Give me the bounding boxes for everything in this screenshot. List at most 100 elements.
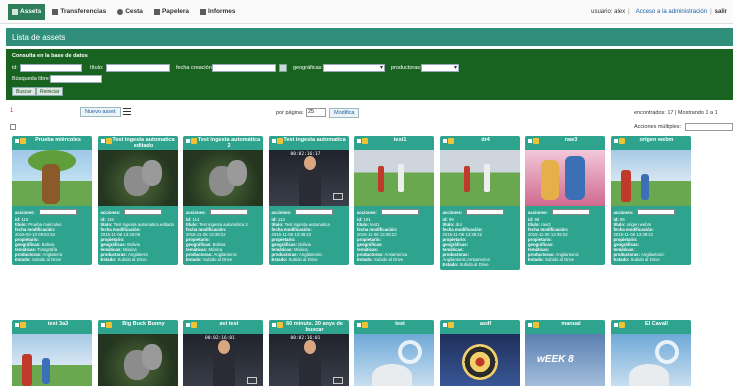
card-title[interactable]: manual xyxy=(561,321,580,327)
nav-item-informes[interactable]: Informes xyxy=(196,4,239,20)
asset-thumbnail[interactable]: 00:02:16:01 xyxy=(183,334,263,386)
card-checkbox[interactable] xyxy=(100,323,105,327)
acciones-select[interactable] xyxy=(637,209,676,215)
folder-icon[interactable] xyxy=(618,322,625,328)
asset-thumbnail[interactable] xyxy=(610,334,691,386)
card-checkbox[interactable] xyxy=(186,323,190,327)
asset-card[interactable]: Prueba miércoles acciones: id: 116 título: … xyxy=(12,136,92,265)
productoras-select[interactable] xyxy=(421,64,459,72)
asset-thumbnail[interactable] xyxy=(12,334,92,386)
card-checkbox[interactable] xyxy=(528,139,532,143)
card-title[interactable]: Prueba miércoles xyxy=(35,137,81,143)
card-title[interactable]: Test ingesta automática 2 xyxy=(198,137,260,149)
card-title[interactable]: test xyxy=(395,321,405,327)
card-title[interactable]: origen webm xyxy=(640,137,674,143)
select-all-checkbox[interactable] xyxy=(10,124,16,130)
asset-card[interactable]: dr4 acciones: id: 99 título: dr4 fecha modif… xyxy=(439,136,520,270)
asset-thumbnail[interactable] xyxy=(97,150,178,206)
card-checkbox[interactable] xyxy=(442,323,447,327)
nav-item-assets[interactable]: Assets xyxy=(8,3,46,20)
card-title[interactable]: asdf xyxy=(480,321,491,327)
reiniciar-button[interactable]: Reiniciar xyxy=(36,87,64,96)
asset-thumbnail[interactable] xyxy=(354,334,434,386)
asset-thumbnail[interactable] xyxy=(12,150,92,206)
card-title[interactable]: Test ingesta automatica xyxy=(283,137,345,143)
buscar-button[interactable]: Buscar xyxy=(12,87,36,96)
asset-card[interactable]: Test ingesta automática 2 acciones: id: 11… xyxy=(183,136,263,265)
fecha-input[interactable] xyxy=(212,64,276,72)
folder-icon[interactable] xyxy=(447,138,454,144)
list-view-icon[interactable] xyxy=(123,108,131,115)
card-title[interactable]: Big Buck Bunny xyxy=(122,321,164,327)
acciones-multiples-select[interactable] xyxy=(685,123,733,131)
folder-icon[interactable] xyxy=(362,138,368,144)
card-checkbox[interactable] xyxy=(357,139,361,143)
card-checkbox[interactable] xyxy=(186,139,190,143)
busqueda-input[interactable] xyxy=(50,75,102,83)
folder-icon[interactable] xyxy=(276,322,283,328)
folder-icon[interactable] xyxy=(191,322,197,328)
card-checkbox[interactable] xyxy=(271,139,276,143)
card-title[interactable]: 60 minuts. 30 anys de buscar xyxy=(286,321,343,333)
asset-thumbnail[interactable] xyxy=(97,334,178,386)
folder-icon[interactable] xyxy=(191,138,197,144)
nuevo-asset-button[interactable]: Nuevo asset xyxy=(80,107,121,117)
folder-icon[interactable] xyxy=(105,322,112,328)
asset-card[interactable]: manual wEEK 8 xyxy=(525,320,605,386)
calendar-icon[interactable] xyxy=(279,64,287,72)
card-title[interactable]: dr4 xyxy=(481,137,490,143)
folder-icon[interactable] xyxy=(618,138,625,144)
acciones-select[interactable] xyxy=(209,209,248,215)
acciones-select[interactable] xyxy=(551,209,590,215)
nav-item-papelera[interactable]: Papelera xyxy=(150,4,193,20)
page-number[interactable]: 1 xyxy=(10,108,13,114)
asset-card[interactable]: test1 acciones: id: 101 título: test1 fecha … xyxy=(354,136,434,265)
nav-item-cesta[interactable]: Cesta xyxy=(113,4,147,20)
acciones-select[interactable] xyxy=(295,209,334,215)
card-title[interactable]: test 3a3 xyxy=(48,321,69,327)
asset-thumbnail[interactable]: 00:02:16:17 xyxy=(268,150,349,206)
card-checkbox[interactable] xyxy=(613,323,618,327)
asset-card[interactable]: origen webm acciones: id: 96 título: origen… xyxy=(610,136,691,265)
acciones-select[interactable] xyxy=(38,209,77,215)
card-title[interactable]: Test ingesta automatica editado xyxy=(112,137,174,149)
card-checkbox[interactable] xyxy=(15,139,19,143)
asset-thumbnail[interactable]: wEEK 8 xyxy=(525,334,605,386)
acciones-select[interactable] xyxy=(124,209,163,215)
asset-thumbnail[interactable] xyxy=(439,150,520,206)
asset-card[interactable]: Big Buck Bunny xyxy=(97,320,178,386)
card-checkbox[interactable] xyxy=(15,323,19,327)
card-checkbox[interactable] xyxy=(613,139,618,143)
card-title[interactable]: El Cavall xyxy=(645,321,668,327)
titulo-input[interactable] xyxy=(106,64,170,72)
folder-icon[interactable] xyxy=(105,138,112,144)
folder-icon[interactable] xyxy=(533,322,539,328)
modifica-button[interactable]: Modifica xyxy=(329,108,360,118)
card-checkbox[interactable] xyxy=(100,139,105,143)
card-title[interactable]: test1 xyxy=(394,137,407,143)
acciones-select[interactable] xyxy=(466,209,505,215)
asset-card[interactable]: El Cavall xyxy=(610,320,691,386)
folder-icon[interactable] xyxy=(276,138,283,144)
asset-card[interactable]: test 3a3 xyxy=(12,320,92,386)
asset-thumbnail[interactable] xyxy=(354,150,434,206)
nav-item-transferencias[interactable]: Transferencias xyxy=(48,4,110,20)
asset-card[interactable]: asdf xyxy=(439,320,520,386)
card-checkbox[interactable] xyxy=(528,323,532,327)
card-checkbox[interactable] xyxy=(442,139,447,143)
card-checkbox[interactable] xyxy=(271,323,276,327)
asset-thumbnail[interactable] xyxy=(439,334,520,386)
logout-link[interactable]: salir xyxy=(715,9,727,15)
folder-icon[interactable] xyxy=(533,138,539,144)
card-title[interactable]: raw3 xyxy=(565,137,578,143)
folder-icon[interactable] xyxy=(20,138,26,144)
asset-card[interactable]: avi test 00:02:16:01 xyxy=(183,320,263,386)
folder-icon[interactable] xyxy=(20,322,26,328)
folder-icon[interactable] xyxy=(362,322,368,328)
asset-thumbnail[interactable]: 00:02:16:01 xyxy=(268,334,349,386)
geograficas-select[interactable] xyxy=(323,64,385,72)
acciones-select[interactable] xyxy=(380,209,419,215)
por-pagina-input[interactable]: 25 xyxy=(306,108,326,117)
asset-card[interactable]: Test ingesta automatica editado acciones:… xyxy=(97,136,178,265)
card-checkbox[interactable] xyxy=(357,323,361,327)
